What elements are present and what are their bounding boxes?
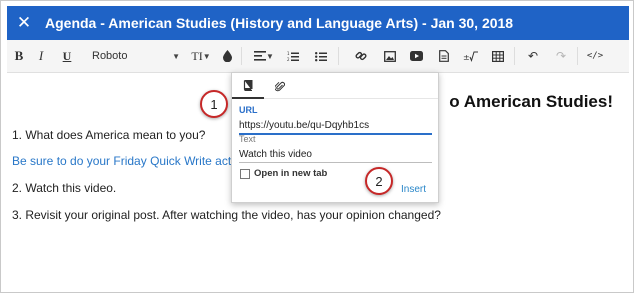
svg-text:2: 2 xyxy=(287,57,290,62)
text-size-icon[interactable]: TI ▼ xyxy=(186,40,216,73)
popup-tabs xyxy=(232,73,438,99)
italic-icon[interactable]: I xyxy=(28,40,54,73)
bold-icon[interactable]: B xyxy=(10,40,28,73)
dialog-title-bar: ✕ Agenda - American Studies (History and… xyxy=(7,6,629,40)
chevron-down-icon: ▼ xyxy=(266,51,274,61)
toolbar-divider xyxy=(241,47,242,65)
document-icon[interactable] xyxy=(430,40,457,73)
video-icon[interactable] xyxy=(403,40,430,73)
callout-marker: 2 xyxy=(365,167,393,195)
screenshot-frame: ✕ Agenda - American Studies (History and… xyxy=(0,0,634,293)
content-line: 2. Watch this video. xyxy=(12,181,117,195)
align-icon[interactable]: ▼ xyxy=(249,40,279,73)
toolbar-divider xyxy=(338,47,339,65)
link-icon[interactable] xyxy=(346,40,376,73)
url-field: URL xyxy=(239,105,432,135)
paperclip-icon[interactable] xyxy=(264,73,296,99)
toolbar-divider xyxy=(577,47,578,65)
callout-marker: 1 xyxy=(200,90,228,118)
text-field: Text xyxy=(239,134,432,163)
text-input[interactable] xyxy=(239,148,432,163)
open-new-tab-checkbox[interactable] xyxy=(240,168,250,179)
dialog-title: Agenda - American Studies (History and L… xyxy=(45,15,514,31)
insert-link-popup: URL Text Open in new tab Insert xyxy=(231,72,439,203)
svg-text:1: 1 xyxy=(287,51,290,56)
open-new-tab-option[interactable]: Open in new tab xyxy=(240,168,327,179)
text-size-glyph: TI xyxy=(191,48,203,63)
open-new-tab-label: Open in new tab xyxy=(254,168,328,179)
undo-icon[interactable]: ↶ xyxy=(520,40,546,73)
ordered-list-icon[interactable]: 12 xyxy=(279,40,307,73)
svg-text:±: ± xyxy=(463,53,470,62)
math-icon[interactable]: ± xyxy=(457,40,484,73)
redo-icon[interactable]: ↷ xyxy=(548,40,574,73)
toolbar-divider xyxy=(514,47,515,65)
text-label: Text xyxy=(239,134,256,144)
table-icon[interactable] xyxy=(484,40,511,73)
font-select[interactable]: Roboto ▼ xyxy=(86,40,186,73)
close-icon[interactable]: ✕ xyxy=(9,6,39,40)
chevron-down-icon: ▼ xyxy=(172,51,180,61)
unordered-list-icon[interactable] xyxy=(307,40,335,73)
content-line: 1. What does America mean to you? xyxy=(12,128,206,142)
book-icon[interactable] xyxy=(232,73,264,99)
chevron-down-icon: ▼ xyxy=(202,51,211,61)
font-select-value: Roboto xyxy=(92,50,128,62)
content-link-line[interactable]: Be sure to do your Friday Quick Write ac… xyxy=(12,154,246,168)
underline-icon[interactable]: U xyxy=(54,40,80,73)
url-input[interactable] xyxy=(239,119,432,135)
code-view-icon[interactable]: </> xyxy=(581,40,609,73)
content-line: 3. Revisit your original post. After wat… xyxy=(12,208,441,222)
text-color-icon[interactable] xyxy=(216,40,238,73)
editor-toolbar: B I U Roboto ▼ TI ▼ ▼ 12 ± ↶ ↷ </> xyxy=(7,40,629,73)
insert-button[interactable]: Insert xyxy=(401,184,426,195)
image-icon[interactable] xyxy=(376,40,403,73)
url-label: URL xyxy=(239,105,258,115)
